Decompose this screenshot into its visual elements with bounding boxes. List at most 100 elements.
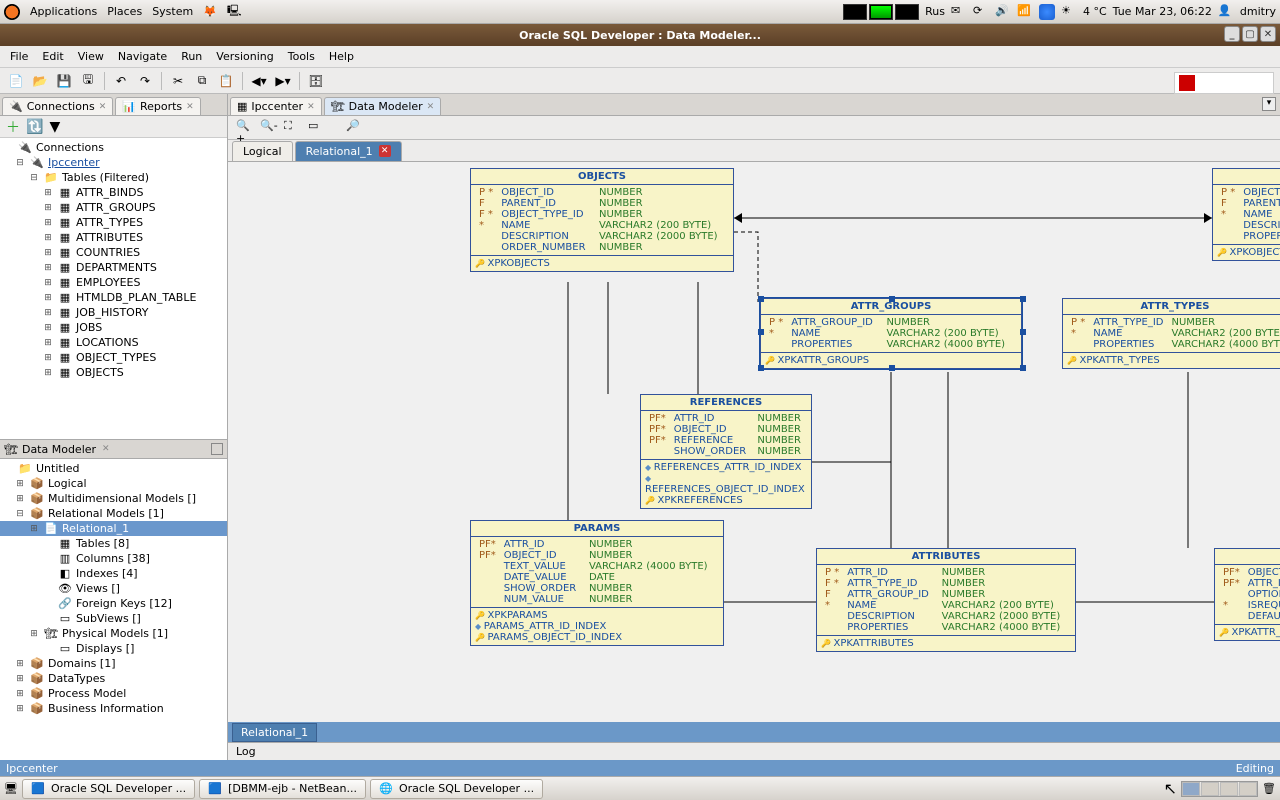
- terminal-launcher-icon[interactable]: 🖳: [227, 2, 242, 21]
- entity-attr_binds[interactable]: ATTR_BINDSPF*OBJECT_TYPE_IDNUMBERPF*ATTR…: [1214, 548, 1280, 641]
- back-button[interactable]: ◀▾: [249, 71, 269, 91]
- forward-button[interactable]: ▶▾: [273, 71, 293, 91]
- update-icon[interactable]: ⟳: [973, 4, 989, 20]
- save-button[interactable]: 💾: [54, 71, 74, 91]
- maximize-button[interactable]: ▢: [1242, 26, 1258, 42]
- tree-item[interactable]: ⊞📦DataTypes: [0, 671, 227, 686]
- firefox-launcher-icon[interactable]: 🦊: [203, 5, 217, 18]
- tab-connections[interactable]: 🔌Connections✕: [2, 97, 113, 115]
- keyboard-layout[interactable]: Rus: [925, 5, 945, 18]
- weather-icon[interactable]: ☀: [1061, 4, 1077, 20]
- tree-item[interactable]: ⊞▦LOCATIONS: [0, 335, 227, 350]
- window-titlebar[interactable]: Oracle SQL Developer : Data Modeler... _…: [0, 24, 1280, 46]
- filter-button[interactable]: ▼: [49, 119, 60, 135]
- taskbar-app-sqldev[interactable]: 🟦Oracle SQL Developer ...: [22, 779, 195, 799]
- find-button[interactable]: 🔎: [346, 119, 364, 137]
- tree-item[interactable]: ⊞▦OBJECT_TYPES: [0, 350, 227, 365]
- close-button[interactable]: ✕: [1260, 26, 1276, 42]
- open-button[interactable]: 📂: [30, 71, 50, 91]
- tree-item[interactable]: ⊞📦Logical: [0, 476, 227, 491]
- clock[interactable]: Tue Mar 23, 06:22: [1113, 5, 1212, 18]
- log-panel-header[interactable]: Log: [228, 742, 1280, 760]
- tree-item[interactable]: ⊞▦JOB_HISTORY: [0, 305, 227, 320]
- volume-icon[interactable]: 🔊: [995, 4, 1011, 20]
- tree-item[interactable]: 🔌Connections: [0, 140, 227, 155]
- tree-item[interactable]: ⊞▦ATTR_BINDS: [0, 185, 227, 200]
- entity-attributes[interactable]: ATTRIBUTESP *ATTR_IDNUMBERF *ATTR_TYPE_I…: [816, 548, 1076, 652]
- tree-item[interactable]: ▭SubViews []: [0, 611, 227, 626]
- fit-button[interactable]: ⛶: [284, 119, 302, 137]
- user-icon[interactable]: 👤: [1218, 4, 1234, 20]
- close-icon[interactable]: ✕: [379, 145, 391, 157]
- tab-relational-1[interactable]: Relational_1✕: [295, 141, 402, 161]
- connections-tree[interactable]: 🔌Connections⊟🔌Ipccenter⊟📁Tables (Filtere…: [0, 138, 227, 439]
- system-menu[interactable]: System: [152, 5, 193, 18]
- tree-item[interactable]: ⊞▦ATTR_GROUPS: [0, 200, 227, 215]
- tabs-dropdown-button[interactable]: ▾: [1262, 97, 1276, 111]
- entity-objects[interactable]: OBJECTSP *OBJECT_IDNUMBERFPARENT_IDNUMBE…: [470, 168, 734, 272]
- tree-item[interactable]: ⊞📦Multidimensional Models []: [0, 491, 227, 506]
- menu-versioning[interactable]: Versioning: [216, 50, 273, 63]
- tree-item[interactable]: ▭Displays []: [0, 641, 227, 656]
- system-monitor-icon[interactable]: [843, 4, 919, 20]
- paste-button[interactable]: 📋: [216, 71, 236, 91]
- bluetooth-icon[interactable]: [1039, 4, 1055, 20]
- show-desktop-button[interactable]: 🖥: [4, 782, 18, 795]
- entity-params[interactable]: PARAMSPF*ATTR_IDNUMBERPF*OBJECT_IDNUMBER…: [470, 520, 724, 646]
- entity-attr_types[interactable]: ATTR_TYPESP *ATTR_TYPE_IDNUMBER*NAMEVARC…: [1062, 298, 1280, 369]
- entity-attr_groups[interactable]: ATTR_GROUPSP *ATTR_GROUP_IDNUMBER*NAMEVA…: [760, 298, 1022, 369]
- tree-item[interactable]: ⊞🏗Physical Models [1]: [0, 626, 227, 641]
- apps-menu[interactable]: Applications: [30, 5, 97, 18]
- places-menu[interactable]: Places: [107, 5, 142, 18]
- close-icon[interactable]: ✕: [99, 102, 107, 112]
- taskbar-app-netbeans[interactable]: 🟦[DBMM-ejb - NetBean...: [199, 779, 366, 799]
- tree-item[interactable]: ⊞📄Relational_1: [0, 521, 227, 536]
- dock-icon[interactable]: [211, 443, 223, 455]
- menu-edit[interactable]: Edit: [42, 50, 63, 63]
- close-icon[interactable]: ✕: [307, 102, 315, 112]
- tree-item[interactable]: ⊞▦COUNTRIES: [0, 245, 227, 260]
- tree-item[interactable]: ⊞▦ATTRIBUTES: [0, 230, 227, 245]
- mail-icon[interactable]: ✉: [951, 4, 967, 20]
- tree-item[interactable]: ▥Columns [38]: [0, 551, 227, 566]
- minimize-button[interactable]: _: [1224, 26, 1240, 42]
- network-icon[interactable]: 📶: [1017, 4, 1033, 20]
- tree-item[interactable]: ▦Tables [8]: [0, 536, 227, 551]
- tree-item[interactable]: ◧Indexes [4]: [0, 566, 227, 581]
- tree-item[interactable]: ⊟🔌Ipccenter: [0, 155, 227, 170]
- refresh-button[interactable]: 🔃: [26, 119, 43, 135]
- menu-run[interactable]: Run: [181, 50, 202, 63]
- layout-button[interactable]: ▭: [308, 119, 326, 137]
- trash-icon[interactable]: 🗑: [1262, 782, 1276, 795]
- tab-logical[interactable]: Logical: [232, 141, 293, 161]
- tree-item[interactable]: ⊟📁Tables (Filtered): [0, 170, 227, 185]
- taskbar-app-browser[interactable]: 🌐Oracle SQL Developer ...: [370, 779, 543, 799]
- diagram-canvas[interactable]: OBJECTSP *OBJECT_IDNUMBERFPARENT_IDNUMBE…: [228, 162, 1280, 722]
- new-button[interactable]: 📄: [6, 71, 26, 91]
- menu-navigate[interactable]: Navigate: [118, 50, 167, 63]
- entity-object_types[interactable]: OBJECT_TYPESP *OBJECT_TYPE_IDNUMBERFPARE…: [1212, 168, 1280, 261]
- tree-item[interactable]: ⊞▦OBJECTS: [0, 365, 227, 380]
- tree-item[interactable]: ⊞▦HTMLDB_PLAN_TABLE: [0, 290, 227, 305]
- tree-item[interactable]: ⊞📦Process Model: [0, 686, 227, 701]
- tree-item[interactable]: 🔗Foreign Keys [12]: [0, 596, 227, 611]
- tree-item[interactable]: ⊟📦Relational Models [1]: [0, 506, 227, 521]
- tree-item[interactable]: ⊞▦JOBS: [0, 320, 227, 335]
- save-all-button[interactable]: 🖫: [78, 71, 98, 91]
- cut-button[interactable]: ✂: [168, 71, 188, 91]
- doc-tab-data-modeler[interactable]: 🏗Data Modeler✕: [324, 97, 442, 115]
- tree-item[interactable]: ⊞▦DEPARTMENTS: [0, 260, 227, 275]
- data-modeler-tree[interactable]: 📁Untitled⊞📦Logical⊞📦Multidimensional Mod…: [0, 459, 227, 760]
- doc-tab-ipccenter[interactable]: ▦Ipccenter✕: [230, 97, 322, 115]
- tree-item[interactable]: 👁Views []: [0, 581, 227, 596]
- close-icon[interactable]: ✕: [102, 444, 110, 454]
- zoom-in-button[interactable]: 🔍+: [236, 119, 254, 137]
- zoom-out-button[interactable]: 🔍-: [260, 119, 278, 137]
- data-modeler-panel-header[interactable]: 🏗Data Modeler✕: [0, 439, 227, 459]
- undo-button[interactable]: ↶: [111, 71, 131, 91]
- tree-item[interactable]: ⊞▦EMPLOYEES: [0, 275, 227, 290]
- sql-button[interactable]: 🗄: [306, 71, 326, 91]
- redo-button[interactable]: ↷: [135, 71, 155, 91]
- tree-item[interactable]: 📁Untitled: [0, 461, 227, 476]
- tab-reports[interactable]: 📊Reports✕: [115, 97, 200, 115]
